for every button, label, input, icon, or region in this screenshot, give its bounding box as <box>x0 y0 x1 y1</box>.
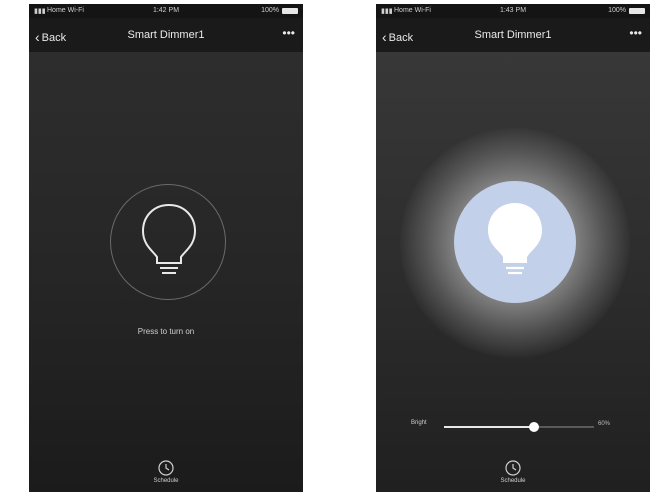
lightbulb-filled-icon <box>488 203 542 275</box>
more-options-button[interactable]: ••• <box>629 26 642 40</box>
phone-screen-on: ▮▮▮ Home Wi-Fi 1:43 PM 100% ‹ Back Smart … <box>376 4 650 492</box>
battery-icon <box>282 8 298 14</box>
brightness-slider[interactable] <box>444 422 594 432</box>
schedule-button[interactable]: Schedule <box>376 460 650 484</box>
battery-percent: 100% <box>261 7 279 14</box>
power-toggle-button[interactable] <box>454 181 576 303</box>
phone-screen-off: ▮▮▮ Home Wi-Fi 1:42 PM 100% ‹ Back Smart … <box>29 4 303 492</box>
page-title: Smart Dimmer1 <box>474 29 552 41</box>
schedule-button[interactable]: Schedule <box>29 460 303 484</box>
slider-fill <box>444 426 534 428</box>
clock-icon <box>505 460 521 476</box>
battery-percent: 100% <box>608 7 626 14</box>
slider-thumb[interactable] <box>529 422 539 432</box>
status-bar: ▮▮▮ Home Wi-Fi 1:42 PM 100% <box>29 4 303 18</box>
schedule-label: Schedule <box>500 478 526 484</box>
nav-bar: ‹ Back Smart Dimmer1 ••• <box>376 18 650 52</box>
brightness-value: 60% <box>598 421 611 427</box>
brightness-label: Bright <box>411 420 427 426</box>
more-options-button[interactable]: ••• <box>282 26 295 40</box>
turn-on-hint: Press to turn on <box>137 327 195 336</box>
page-title: Smart Dimmer1 <box>127 29 205 41</box>
clock-icon <box>158 460 174 476</box>
power-toggle-button[interactable] <box>110 184 226 300</box>
schedule-label: Schedule <box>153 478 179 484</box>
nav-bar: ‹ Back Smart Dimmer1 ••• <box>29 18 303 52</box>
lightbulb-outline-icon <box>141 203 197 274</box>
battery-icon <box>629 8 645 14</box>
status-bar: ▮▮▮ Home Wi-Fi 1:43 PM 100% <box>376 4 650 18</box>
